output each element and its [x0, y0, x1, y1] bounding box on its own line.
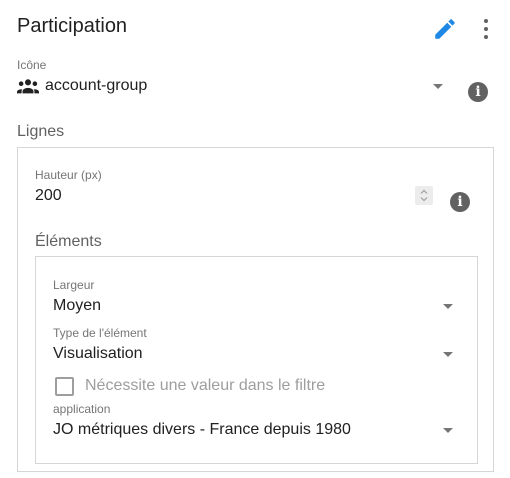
chevron-down-icon: [443, 304, 453, 309]
icon-select[interactable]: account-group: [17, 76, 447, 98]
height-field-label: Hauteur (px): [35, 168, 102, 182]
height-info-icon[interactable]: i: [450, 192, 470, 212]
element-type-label: Type de l'élément: [53, 326, 147, 340]
info-icon[interactable]: i: [468, 82, 488, 102]
more-options-button[interactable]: [476, 16, 496, 42]
application-value: JO métriques divers - France depuis 1980: [53, 421, 351, 438]
application-select[interactable]: JO métriques divers - France depuis 1980: [53, 420, 457, 442]
width-field-label: Largeur: [53, 278, 95, 292]
require-filter-label: Nécessite une valeur dans le filtre: [85, 377, 326, 394]
chevron-down-icon: [443, 428, 453, 433]
element-type-select[interactable]: Visualisation: [53, 344, 457, 366]
chevron-down-icon: [443, 352, 453, 357]
pencil-icon: [435, 19, 455, 39]
height-stepper[interactable]: [415, 186, 433, 205]
chevron-down-icon: [433, 84, 443, 89]
stepper-arrows-icon: [420, 189, 428, 202]
width-select[interactable]: Moyen: [53, 296, 457, 318]
element-type-value: Visualisation: [53, 345, 143, 362]
account-group-icon: [17, 79, 39, 94]
edit-button[interactable]: [432, 16, 458, 42]
application-field-label: application: [53, 402, 111, 416]
icon-field-label: Icône: [17, 58, 47, 72]
width-value: Moyen: [53, 297, 102, 314]
more-vertical-icon: [484, 19, 488, 39]
height-input[interactable]: 200: [35, 187, 62, 205]
lines-section-label: Lignes: [17, 123, 65, 140]
elements-section-label: Éléments: [35, 233, 102, 250]
require-filter-checkbox[interactable]: [55, 377, 74, 396]
icon-field-value: account-group: [45, 77, 148, 94]
card-title: Participation: [17, 15, 128, 37]
